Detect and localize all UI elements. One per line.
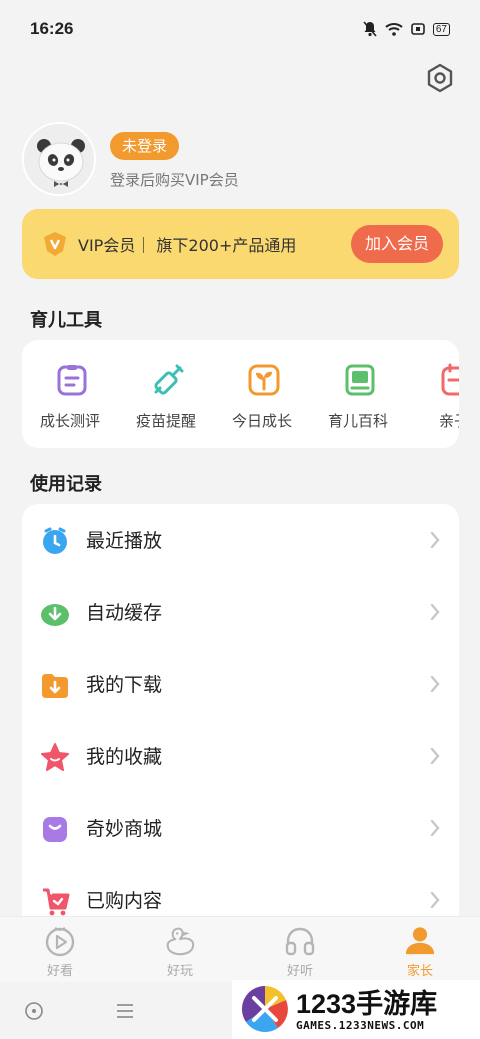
tools-card: 成长测评 疫苗提醒 今日成长 育儿百科 亲子 [22, 340, 459, 448]
sprout-icon [246, 362, 282, 398]
settings-button[interactable] [422, 62, 458, 98]
watermark-title: 1233手游库 [296, 989, 438, 1019]
tool-label: 今日成长 [231, 412, 292, 430]
clock-icon [40, 526, 70, 556]
watermark: 1233手游库 GAMES.1233NEWS.COM [232, 980, 480, 1039]
folder-download-icon [40, 670, 70, 700]
record-my-downloads[interactable]: 我的下载 [22, 648, 459, 720]
clipboard-icon [54, 362, 90, 398]
avatar[interactable] [22, 122, 96, 196]
tab-play[interactable]: 好玩 [120, 917, 240, 983]
status-bar: 16:26 67 [0, 0, 480, 58]
record-label: 已购内容 [86, 890, 163, 912]
calendar-icon [438, 362, 459, 398]
vip-text: VIP会员｜ 旗下200+产品通用 [78, 236, 297, 255]
login-hint: 登录后购买VIP会员 [110, 171, 239, 189]
tool-today-growth[interactable]: 今日成长 [214, 340, 310, 448]
record-label: 我的收藏 [86, 746, 163, 768]
record-label: 奇妙商城 [86, 818, 163, 840]
records-section-title: 使用记录 [30, 474, 102, 495]
profile-section[interactable]: 未登录 登录后购买VIP会员 [22, 122, 462, 198]
status-icons: 67 [363, 21, 450, 37]
chevron-right-icon [429, 818, 441, 838]
records-card: 最近播放 自动缓存 我的下载 我的收藏 奇妙商城 已购内容 [22, 504, 459, 934]
cart-icon [40, 886, 70, 916]
duck-icon [164, 925, 196, 957]
mute-bell-icon [363, 21, 377, 37]
record-label: 最近播放 [86, 530, 163, 552]
tab-label: 好玩 [166, 964, 193, 979]
battery-indicator: 67 [432, 22, 450, 36]
tools-section-title: 育儿工具 [30, 310, 102, 331]
record-recent-play[interactable]: 最近播放 [22, 504, 459, 576]
sim-icon [411, 23, 425, 35]
download-cloud-icon [40, 598, 70, 628]
tab-watch[interactable]: 好看 [0, 917, 120, 983]
play-icon [44, 925, 76, 957]
tool-parent-child[interactable]: 亲子 [406, 340, 459, 448]
watermark-subtitle: GAMES.1233NEWS.COM [296, 1019, 425, 1032]
menu-icon[interactable] [114, 1000, 136, 1022]
chevron-right-icon [429, 746, 441, 766]
syringe-icon [150, 362, 186, 398]
tab-listen[interactable]: 好听 [240, 917, 360, 983]
record-label: 我的下载 [86, 674, 163, 696]
book-icon [342, 362, 378, 398]
shopping-bag-icon [40, 814, 70, 844]
panda-avatar-icon [24, 124, 94, 194]
gear-icon [425, 63, 455, 97]
tool-label: 疫苗提醒 [135, 412, 196, 430]
record-label: 自动缓存 [86, 602, 163, 624]
tool-vaccine-reminder[interactable]: 疫苗提醒 [118, 340, 214, 448]
tab-parent[interactable]: 家长 [360, 917, 480, 983]
chevron-right-icon [429, 530, 441, 550]
tool-parenting-wiki[interactable]: 育儿百科 [310, 340, 406, 448]
tool-label: 亲子 [438, 412, 459, 430]
tab-label: 家长 [406, 964, 433, 979]
chevron-right-icon [429, 602, 441, 622]
watermark-logo-icon [241, 986, 288, 1033]
tool-growth-assessment[interactable]: 成长测评 [22, 340, 118, 448]
status-time: 16:26 [30, 19, 74, 38]
chevron-right-icon [429, 890, 441, 910]
login-status-badge[interactable]: 未登录 [110, 132, 180, 160]
chevron-right-icon [429, 674, 441, 694]
tool-label: 成长测评 [39, 412, 100, 430]
user-icon [404, 925, 436, 957]
vip-shield-icon [38, 227, 72, 261]
star-icon [40, 742, 70, 772]
wifi-icon [385, 22, 403, 36]
home-circle-icon[interactable] [23, 1000, 45, 1022]
headphones-icon [284, 925, 316, 957]
vip-banner[interactable]: VIP会员｜ 旗下200+产品通用 加入会员 [22, 209, 459, 279]
bottom-tab-bar: 好看 好玩 好听 家长 [0, 916, 480, 982]
join-vip-button[interactable]: 加入会员 [350, 225, 443, 263]
record-my-favorites[interactable]: 我的收藏 [22, 720, 459, 792]
tab-label: 好听 [286, 964, 313, 979]
tool-label: 育儿百科 [327, 412, 388, 430]
tab-label: 好看 [46, 964, 73, 979]
record-wonder-mall[interactable]: 奇妙商城 [22, 792, 459, 864]
record-auto-cache[interactable]: 自动缓存 [22, 576, 459, 648]
